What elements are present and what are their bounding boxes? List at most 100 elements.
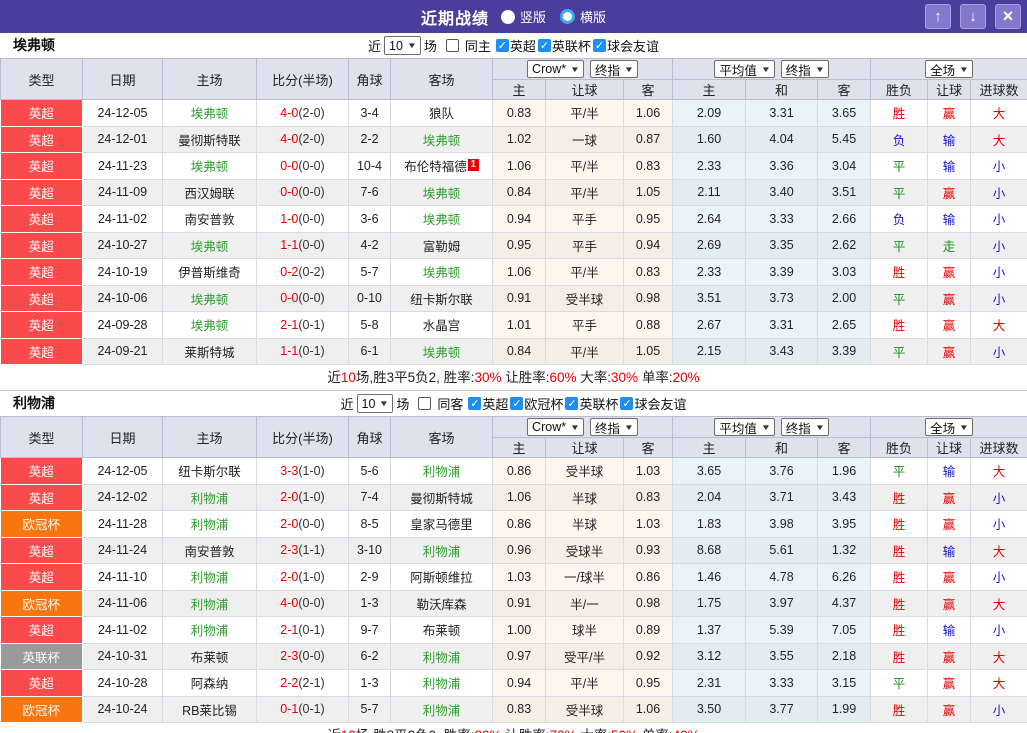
odds-time-select[interactable]: 终指 ▼ bbox=[590, 418, 638, 436]
league-checkbox[interactable]: ✓ bbox=[537, 39, 551, 52]
avg-draw-cell: 3.31 bbox=[745, 311, 819, 339]
chevron-down-icon: ▼ bbox=[958, 64, 970, 74]
move-up-button[interactable]: ↑ bbox=[925, 4, 951, 29]
league-checkbox-label: 英联杯 bbox=[579, 397, 619, 412]
goals-result-cell: 小 bbox=[970, 510, 1027, 538]
score-cell: 2-3(0-0) bbox=[256, 643, 349, 670]
radio-icon[interactable] bbox=[500, 9, 515, 24]
fulltime-score: 0-0 bbox=[280, 185, 299, 200]
score-cell: 2-2(2-1) bbox=[256, 669, 349, 697]
odds-handicap-cell: 球半 bbox=[545, 616, 624, 644]
scope-select[interactable]: 全场 ▼ bbox=[925, 60, 973, 78]
scope-header: 全场 ▼ bbox=[870, 58, 1027, 80]
odds-home-cell: 0.94 bbox=[492, 205, 546, 233]
col-odds-home: 主 bbox=[492, 437, 546, 458]
league-checkbox[interactable]: ✓ bbox=[495, 39, 509, 52]
same-venue-label: 同客 bbox=[437, 397, 464, 412]
date-cell: 24-10-31 bbox=[82, 643, 163, 670]
halftime-score: (2-0) bbox=[298, 132, 325, 147]
home-team-cell: 埃弗顿 bbox=[162, 152, 257, 180]
handicap-result-cell: 赢 bbox=[927, 669, 972, 697]
halftime-score: (0-0) bbox=[298, 185, 325, 200]
league-checkbox[interactable]: ✓ bbox=[592, 39, 606, 52]
away-team-cell: 利物浦 bbox=[390, 457, 493, 485]
avg-away-cell: 3.03 bbox=[817, 258, 872, 286]
goals-result-cell: 小 bbox=[970, 563, 1027, 591]
goals-result-cell: 大 bbox=[970, 99, 1027, 127]
radio-vertical-layout[interactable]: 竖版 bbox=[500, 7, 546, 26]
match-row: 英超 24-12-01 曼彻斯特联 4-0(2-0) 2-2 埃弗顿 1.02 … bbox=[0, 126, 1027, 153]
odds-away-cell: 1.03 bbox=[623, 510, 674, 538]
score-cell: 0-0(0-0) bbox=[256, 152, 349, 180]
filter-controls: 近 10 ▼ 场 同客 ✓ 英超 ✓ 欧冠杯 ✓ 英联杯 ✓ 球会友谊 bbox=[341, 394, 686, 413]
score-cell: 1-1(0-0) bbox=[256, 232, 349, 259]
halftime-score: (0-1) bbox=[298, 317, 325, 332]
goals-result-cell: 大 bbox=[970, 537, 1027, 564]
odds-time-select[interactable]: 终指 ▼ bbox=[590, 60, 638, 78]
scope-select[interactable]: 全场 ▼ bbox=[925, 418, 973, 436]
goals-result-cell: 小 bbox=[970, 152, 1027, 180]
same-venue-checkbox[interactable] bbox=[445, 39, 459, 52]
odds-source-select[interactable]: Crow* ▼ bbox=[527, 60, 585, 78]
fulltime-score: 3-3 bbox=[280, 463, 299, 478]
league-checkbox[interactable]: ✓ bbox=[468, 397, 482, 410]
away-team-name: 埃弗顿 bbox=[422, 266, 461, 281]
close-button[interactable]: × bbox=[995, 4, 1021, 29]
chevron-down-icon: ▼ bbox=[760, 422, 771, 432]
team-section: 利物浦 近 10 ▼ 场 同客 ✓英超✓欧冠杯✓英联杯✓球会友谊 bbox=[0, 391, 1027, 733]
corners-cell: 5-8 bbox=[348, 311, 391, 339]
odds-handicap-cell: 半球 bbox=[545, 510, 624, 538]
league-checkbox[interactable]: ✓ bbox=[510, 397, 524, 410]
league-cell: 英超 bbox=[0, 179, 83, 206]
col-type: 类型 bbox=[0, 416, 83, 458]
league-cell: 英超 bbox=[0, 669, 83, 697]
avg-home-cell: 2.15 bbox=[672, 338, 747, 365]
home-team-cell: 南安普敦 bbox=[162, 537, 257, 564]
notice-badge: 1 bbox=[467, 159, 479, 172]
halftime-score: (0-0) bbox=[298, 158, 325, 173]
odds-handicap-cell: 受半球 bbox=[545, 696, 624, 723]
match-count-select[interactable]: 10 ▼ bbox=[384, 36, 421, 55]
avg-home-cell: 8.68 bbox=[672, 537, 747, 564]
league-checkbox[interactable]: ✓ bbox=[565, 397, 579, 410]
odds-handicap-cell: 平/半 bbox=[545, 152, 624, 180]
radio-icon-selected[interactable] bbox=[560, 9, 575, 24]
avg-source-select[interactable]: 平均值 ▼ bbox=[714, 60, 775, 78]
result-cell: 胜 bbox=[870, 99, 929, 127]
avg-away-cell: 1.32 bbox=[817, 537, 872, 564]
odds-away-cell: 0.83 bbox=[623, 484, 674, 511]
away-team-cell: 利物浦 bbox=[390, 696, 493, 723]
goals-result-cell: 小 bbox=[970, 696, 1027, 723]
match-row: 英超 24-10-19 伊普斯维奇 0-2(0-2) 5-7 埃弗顿 1.06 … bbox=[0, 258, 1027, 286]
col-away: 客场 bbox=[390, 58, 493, 100]
result-cell: 胜 bbox=[870, 590, 929, 617]
chevron-down-icon: ▼ bbox=[406, 41, 418, 50]
avg-source-header: 平均值 ▼ 终指 ▼ bbox=[672, 416, 872, 438]
home-team-cell: 西汉姆联 bbox=[162, 179, 257, 206]
fulltime-score: 2-2 bbox=[280, 675, 299, 690]
team-section: 埃弗顿 近 10 ▼ 场 同主 ✓ 英超 ✓ 英联杯 ✓ 球会友谊 类型 日期 … bbox=[0, 33, 1027, 391]
goals-result-cell: 大 bbox=[970, 126, 1027, 153]
move-down-button[interactable]: ↓ bbox=[960, 4, 986, 29]
date-cell: 24-12-05 bbox=[82, 457, 163, 485]
result-cell: 胜 bbox=[870, 537, 929, 564]
match-count-select[interactable]: 10 ▼ bbox=[356, 394, 394, 413]
goals-result-cell: 大 bbox=[970, 590, 1027, 617]
odds-home-cell: 0.83 bbox=[492, 99, 546, 127]
avg-time-select[interactable]: 终指 ▼ bbox=[780, 418, 829, 436]
col-handicap-result: 让球 bbox=[927, 79, 972, 100]
summary-text-part: 80% bbox=[474, 728, 501, 733]
league-checkbox[interactable]: ✓ bbox=[620, 397, 634, 410]
corners-cell: 4-2 bbox=[348, 232, 391, 259]
odds-source-select[interactable]: Crow* ▼ bbox=[527, 418, 585, 436]
odds-home-cell: 1.00 bbox=[492, 616, 546, 644]
same-venue-checkbox[interactable] bbox=[418, 397, 432, 410]
avg-source-select[interactable]: 平均值 ▼ bbox=[714, 418, 775, 436]
col-odds-away: 客 bbox=[622, 437, 674, 458]
avg-draw-cell: 5.39 bbox=[745, 616, 819, 644]
avg-time-select[interactable]: 终指 ▼ bbox=[780, 60, 829, 78]
header-group-row: 类型 日期 主场 比分(半场) 角球 客场 Crow* ▼ 终指 ▼ 平均值 ▼… bbox=[0, 58, 1027, 100]
radio-horizontal-layout[interactable]: 横版 bbox=[560, 7, 606, 26]
score-cell: 2-1(0-1) bbox=[256, 616, 349, 644]
away-team-cell: 埃弗顿 bbox=[390, 126, 493, 153]
